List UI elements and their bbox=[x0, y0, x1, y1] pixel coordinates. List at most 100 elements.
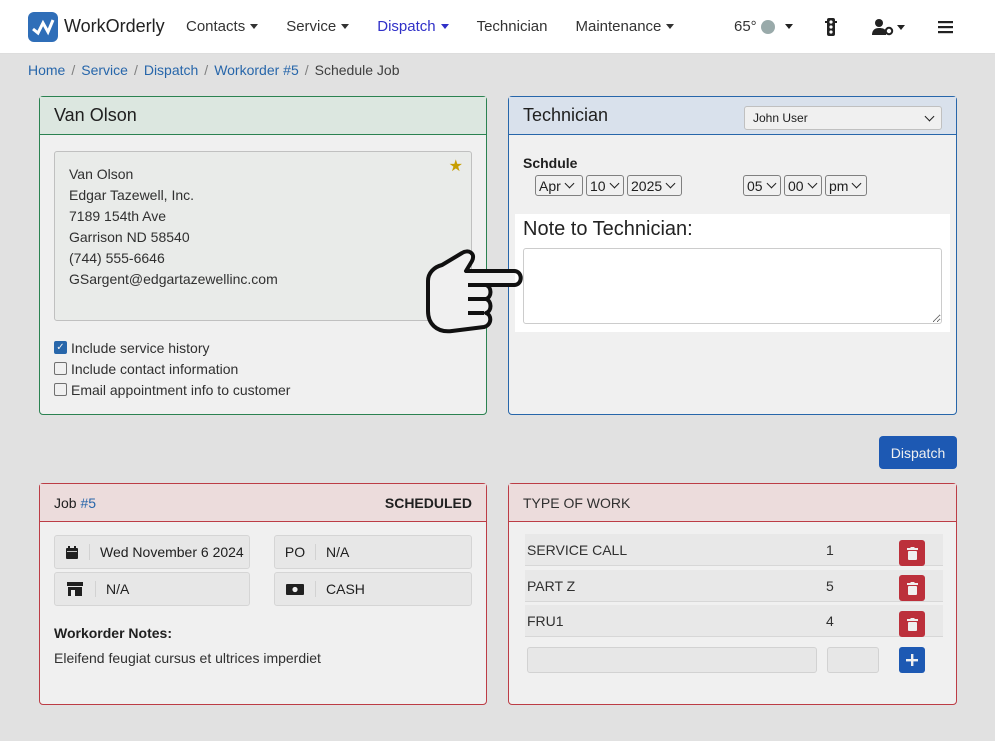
job-panel: Job #5 SCHEDULED Wed November 6 2024 PO … bbox=[39, 483, 487, 705]
job-label: Job bbox=[54, 494, 77, 511]
delete-row-button[interactable] bbox=[899, 540, 925, 566]
job-number-link[interactable]: #5 bbox=[80, 495, 96, 511]
chevron-down-icon bbox=[609, 178, 620, 189]
option-label: Include service history bbox=[71, 339, 210, 356]
option-label: Email appointment info to customer bbox=[71, 381, 291, 398]
breadcrumb-separator: / bbox=[204, 62, 209, 78]
ampm-select[interactable]: pm bbox=[825, 175, 867, 196]
include-contact-info-option[interactable]: Include contact information bbox=[54, 358, 290, 379]
store-icon bbox=[55, 582, 95, 596]
calendar-icon bbox=[55, 545, 89, 559]
type-of-work-header: TYPE OF WORK bbox=[509, 484, 956, 522]
nav-dispatch[interactable]: Dispatch bbox=[377, 18, 449, 35]
plus-icon bbox=[906, 654, 918, 666]
work-qty: 4 bbox=[826, 612, 834, 629]
option-label: Include contact information bbox=[71, 360, 239, 377]
workorder-notes: Eleifend feugiat cursus et ultrices impe… bbox=[54, 650, 321, 666]
breadcrumb-workorder[interactable]: Workorder #5 bbox=[214, 62, 299, 78]
month-select[interactable]: Apr bbox=[535, 175, 583, 196]
user-settings-dropdown[interactable] bbox=[872, 18, 905, 36]
workorder-notes-label: Workorder Notes: bbox=[54, 625, 172, 641]
delete-row-button[interactable] bbox=[899, 611, 925, 637]
email-appointment-option[interactable]: Email appointment info to customer bbox=[54, 379, 290, 400]
technician-select[interactable]: John User bbox=[744, 106, 942, 130]
type-of-work-panel: TYPE OF WORK SERVICE CALL 1 PART Z 5 FRU… bbox=[508, 483, 957, 705]
chevron-down-icon bbox=[341, 24, 350, 29]
traffic-light-icon[interactable] bbox=[825, 18, 837, 36]
delete-row-button[interactable] bbox=[899, 575, 925, 601]
address-line: Edgar Tazewell, Inc. bbox=[69, 187, 195, 203]
temperature: 65° bbox=[734, 18, 757, 35]
technician-title: Technician bbox=[523, 105, 609, 125]
work-row: FRU1 4 bbox=[525, 605, 943, 637]
chevron-down-icon bbox=[666, 24, 675, 29]
breadcrumb-home[interactable]: Home bbox=[28, 62, 65, 78]
trash-icon bbox=[906, 617, 918, 631]
day-select[interactable]: 10 bbox=[586, 175, 624, 196]
work-name: SERVICE CALL bbox=[527, 541, 628, 558]
minute-value: 00 bbox=[788, 177, 804, 194]
checkbox[interactable] bbox=[54, 383, 67, 396]
chevron-down-icon bbox=[807, 178, 818, 189]
nav-maintenance-label: Maintenance bbox=[575, 18, 662, 35]
store-value: N/A bbox=[95, 581, 129, 597]
technician-select-value: John User bbox=[753, 111, 808, 125]
month-value: Apr bbox=[539, 177, 561, 194]
note-textarea[interactable] bbox=[523, 248, 942, 324]
hour-select[interactable]: 05 bbox=[743, 175, 781, 196]
work-row: PART Z 5 bbox=[525, 570, 943, 602]
chevron-down-icon bbox=[924, 111, 935, 121]
work-row: SERVICE CALL 1 bbox=[525, 534, 943, 566]
weather-icon bbox=[760, 19, 775, 34]
chevron-down-icon bbox=[852, 178, 862, 189]
breadcrumb-separator: / bbox=[71, 62, 76, 78]
checkbox-checked[interactable]: ✓ bbox=[54, 341, 67, 354]
note-highlight: Note to Technician: bbox=[515, 214, 950, 332]
schedule-label: Schdule bbox=[523, 155, 578, 171]
nav-technician[interactable]: Technician bbox=[477, 18, 548, 35]
menu-icon[interactable] bbox=[938, 20, 953, 34]
nav-technician-label: Technician bbox=[476, 18, 548, 35]
work-name: FRU1 bbox=[527, 612, 564, 629]
nav-service[interactable]: Service bbox=[286, 18, 350, 35]
nav-service-label: Service bbox=[286, 18, 337, 35]
job-panel-header: Job #5 SCHEDULED bbox=[40, 484, 486, 522]
include-service-history-option[interactable]: ✓ Include service history bbox=[54, 337, 290, 358]
dispatch-button[interactable]: Dispatch bbox=[879, 436, 957, 469]
note-label: Note to Technician: bbox=[523, 218, 693, 240]
po-label: PO bbox=[284, 544, 306, 560]
app-name: WorkOrderly bbox=[64, 16, 165, 36]
trash-icon bbox=[906, 581, 918, 595]
new-work-name-input[interactable] bbox=[527, 647, 817, 673]
logo-icon bbox=[28, 11, 58, 42]
hour-value: 05 bbox=[747, 177, 763, 194]
year-value: 2025 bbox=[631, 177, 663, 194]
address-line: 7189 154th Ave bbox=[69, 208, 167, 224]
year-select[interactable]: 2025 bbox=[627, 175, 682, 196]
breadcrumb: Home / Service / Dispatch / Workorder #5 / S… bbox=[28, 62, 399, 78]
address-line: Garrison ND 58540 bbox=[69, 229, 190, 245]
breadcrumb-separator: / bbox=[304, 62, 309, 78]
job-title: Job #5 bbox=[54, 495, 96, 511]
chevron-down-icon bbox=[440, 24, 449, 29]
work-name: PART Z bbox=[527, 577, 576, 594]
nav-contacts[interactable]: Contacts bbox=[186, 18, 259, 35]
trash-icon bbox=[906, 546, 918, 560]
chevron-down-icon bbox=[665, 178, 676, 189]
star-icon[interactable]: ★ bbox=[449, 156, 463, 177]
app-logo[interactable]: WorkOrderly bbox=[28, 11, 186, 42]
chevron-down-icon bbox=[897, 24, 905, 30]
user-gear-icon bbox=[872, 19, 894, 36]
nav-contacts-label: Contacts bbox=[186, 18, 246, 35]
checkbox[interactable] bbox=[54, 362, 67, 375]
new-work-qty-input[interactable] bbox=[827, 647, 879, 673]
type-of-work-title: TYPE OF WORK bbox=[523, 494, 631, 511]
breadcrumb-dispatch[interactable]: Dispatch bbox=[144, 62, 198, 78]
chevron-down-icon bbox=[784, 24, 793, 29]
add-row-button[interactable] bbox=[899, 647, 925, 673]
weather-dropdown[interactable]: 65° bbox=[734, 18, 793, 35]
nav-maintenance[interactable]: Maintenance bbox=[575, 18, 675, 35]
chevron-down-icon bbox=[766, 178, 777, 189]
breadcrumb-service[interactable]: Service bbox=[81, 62, 128, 78]
minute-select[interactable]: 00 bbox=[784, 175, 822, 196]
